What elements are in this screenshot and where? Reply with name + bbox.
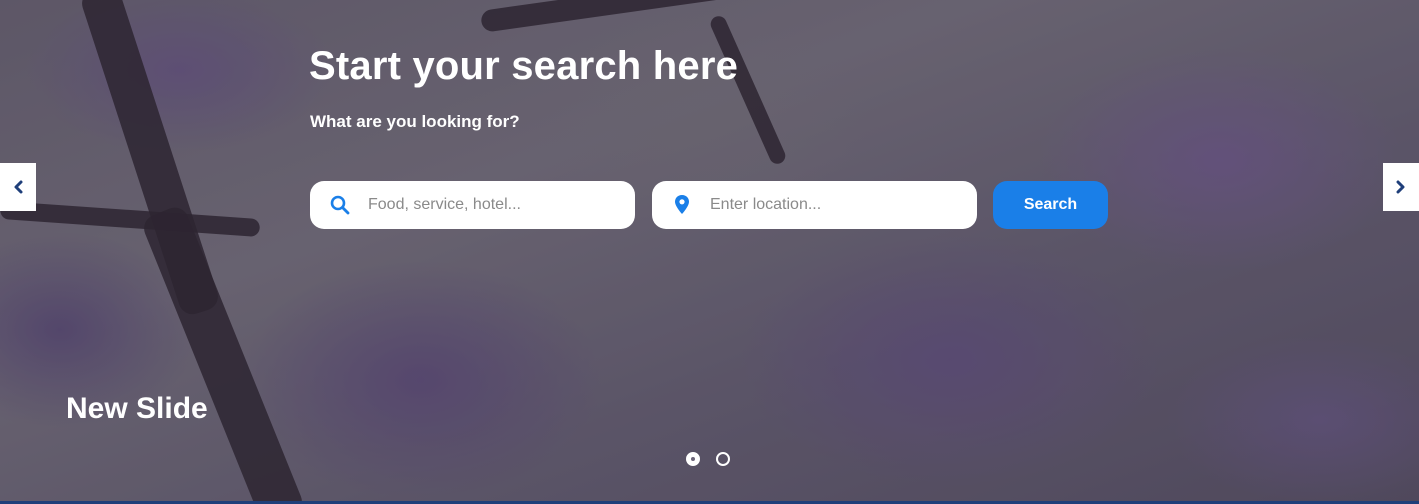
- slider-next-button[interactable]: [1383, 163, 1419, 211]
- hero-title: Start your search here: [309, 44, 739, 88]
- search-icon: [330, 195, 350, 215]
- location-search-field[interactable]: [652, 181, 977, 229]
- slider-dot-2[interactable]: [716, 452, 730, 466]
- hero-subtitle: What are you looking for?: [310, 112, 520, 131]
- hero-slider: Start your search here What are you look…: [0, 0, 1419, 504]
- keyword-search-field[interactable]: [310, 181, 635, 229]
- map-pin-icon: [675, 195, 689, 214]
- slide-caption: New Slide: [66, 392, 208, 425]
- slider-pagination: [686, 452, 730, 466]
- chevron-left-icon: [14, 180, 23, 194]
- keyword-input[interactable]: [366, 195, 610, 215]
- chevron-right-icon: [1396, 180, 1405, 194]
- search-button[interactable]: Search: [993, 181, 1108, 229]
- slider-dot-1[interactable]: [686, 452, 700, 466]
- location-input[interactable]: [708, 195, 952, 215]
- slider-prev-button[interactable]: [0, 163, 36, 211]
